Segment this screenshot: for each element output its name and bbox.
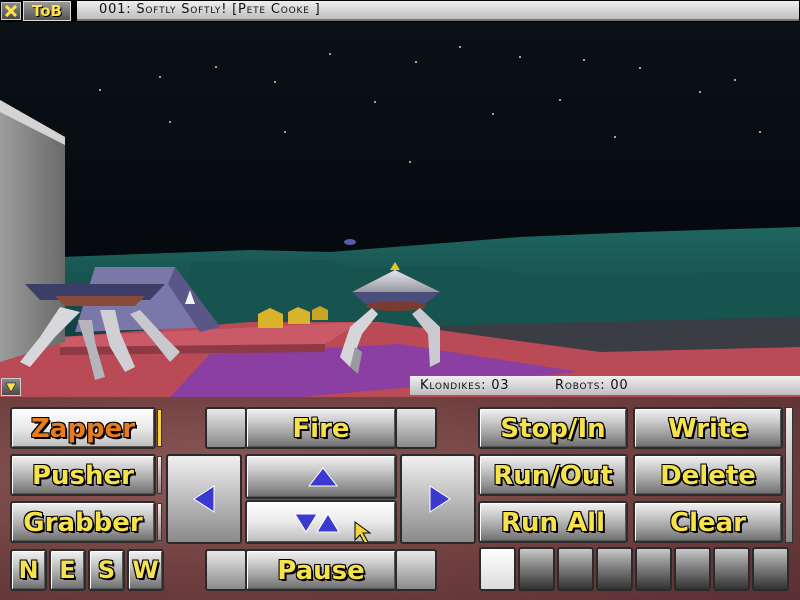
fire-rail-right: [395, 407, 437, 449]
grabber-indicator: [157, 503, 162, 541]
zapper-button[interactable]: Zapper: [10, 407, 156, 449]
program-slot[interactable]: [596, 547, 633, 591]
collapse-button[interactable]: [1, 378, 21, 396]
program-rail: [785, 407, 793, 543]
control-panel: Zapper Pusher Grabber N E S W Fire Pause: [0, 397, 800, 600]
robots-counter: Robots: 00: [555, 378, 629, 393]
delete-button[interactable]: Delete: [633, 454, 783, 496]
direction-s-button[interactable]: S: [88, 549, 125, 591]
zapper-indicator: [157, 409, 162, 447]
arrow-left-icon: [193, 485, 215, 513]
level-strip: 001: Softly Softly! [Pete Cooke ]: [77, 1, 799, 21]
level-title: 001: Softly Softly! [Pete Cooke ]: [99, 2, 321, 17]
run-all-button[interactable]: Run All: [478, 501, 628, 543]
program-slot[interactable]: [557, 547, 594, 591]
stop-in-button[interactable]: Stop/In: [478, 407, 628, 449]
program-slot[interactable]: [674, 547, 711, 591]
klondikes-counter: Klondikes: 03: [420, 378, 510, 393]
distant-robot: [344, 239, 356, 245]
program-slot[interactable]: [713, 547, 750, 591]
forward-button[interactable]: [245, 454, 397, 499]
pusher-indicator: [157, 456, 162, 494]
program-slot[interactable]: [752, 547, 789, 591]
grabber-button[interactable]: Grabber: [10, 501, 156, 543]
tob-badge[interactable]: ToB: [23, 1, 71, 21]
arrow-right-icon: [429, 485, 451, 513]
game-viewport[interactable]: [0, 22, 800, 397]
fire-rail-left: [205, 407, 247, 449]
clear-button[interactable]: Clear: [633, 501, 783, 543]
direction-w-button[interactable]: W: [127, 549, 164, 591]
arrow-up-icon: [307, 467, 339, 487]
x-icon: [5, 5, 17, 17]
game-scene: [0, 22, 800, 397]
pusher-button[interactable]: Pusher: [10, 454, 156, 496]
program-slot[interactable]: [635, 547, 672, 591]
chevron-down-icon: [5, 382, 17, 393]
fire-button[interactable]: Fire: [245, 407, 397, 449]
turn-around-icon: [294, 513, 372, 545]
run-out-button[interactable]: Run/Out: [478, 454, 628, 496]
pause-button[interactable]: Pause: [245, 549, 397, 591]
close-button[interactable]: [1, 2, 21, 20]
counter-strip: Klondikes: 03 Robots: 00: [410, 376, 800, 395]
direction-e-button[interactable]: E: [49, 549, 86, 591]
direction-n-button[interactable]: N: [10, 549, 47, 591]
write-button[interactable]: Write: [633, 407, 783, 449]
pause-rail-left: [205, 549, 247, 591]
title-bar: ToB 001: Softly Softly! [Pete Cooke ]: [0, 0, 800, 22]
turn-around-button[interactable]: [245, 500, 397, 545]
turn-right-button[interactable]: [400, 454, 476, 544]
program-slot[interactable]: [479, 547, 516, 591]
pause-rail-right: [395, 549, 437, 591]
turn-left-button[interactable]: [166, 454, 242, 544]
program-slot[interactable]: [518, 547, 555, 591]
